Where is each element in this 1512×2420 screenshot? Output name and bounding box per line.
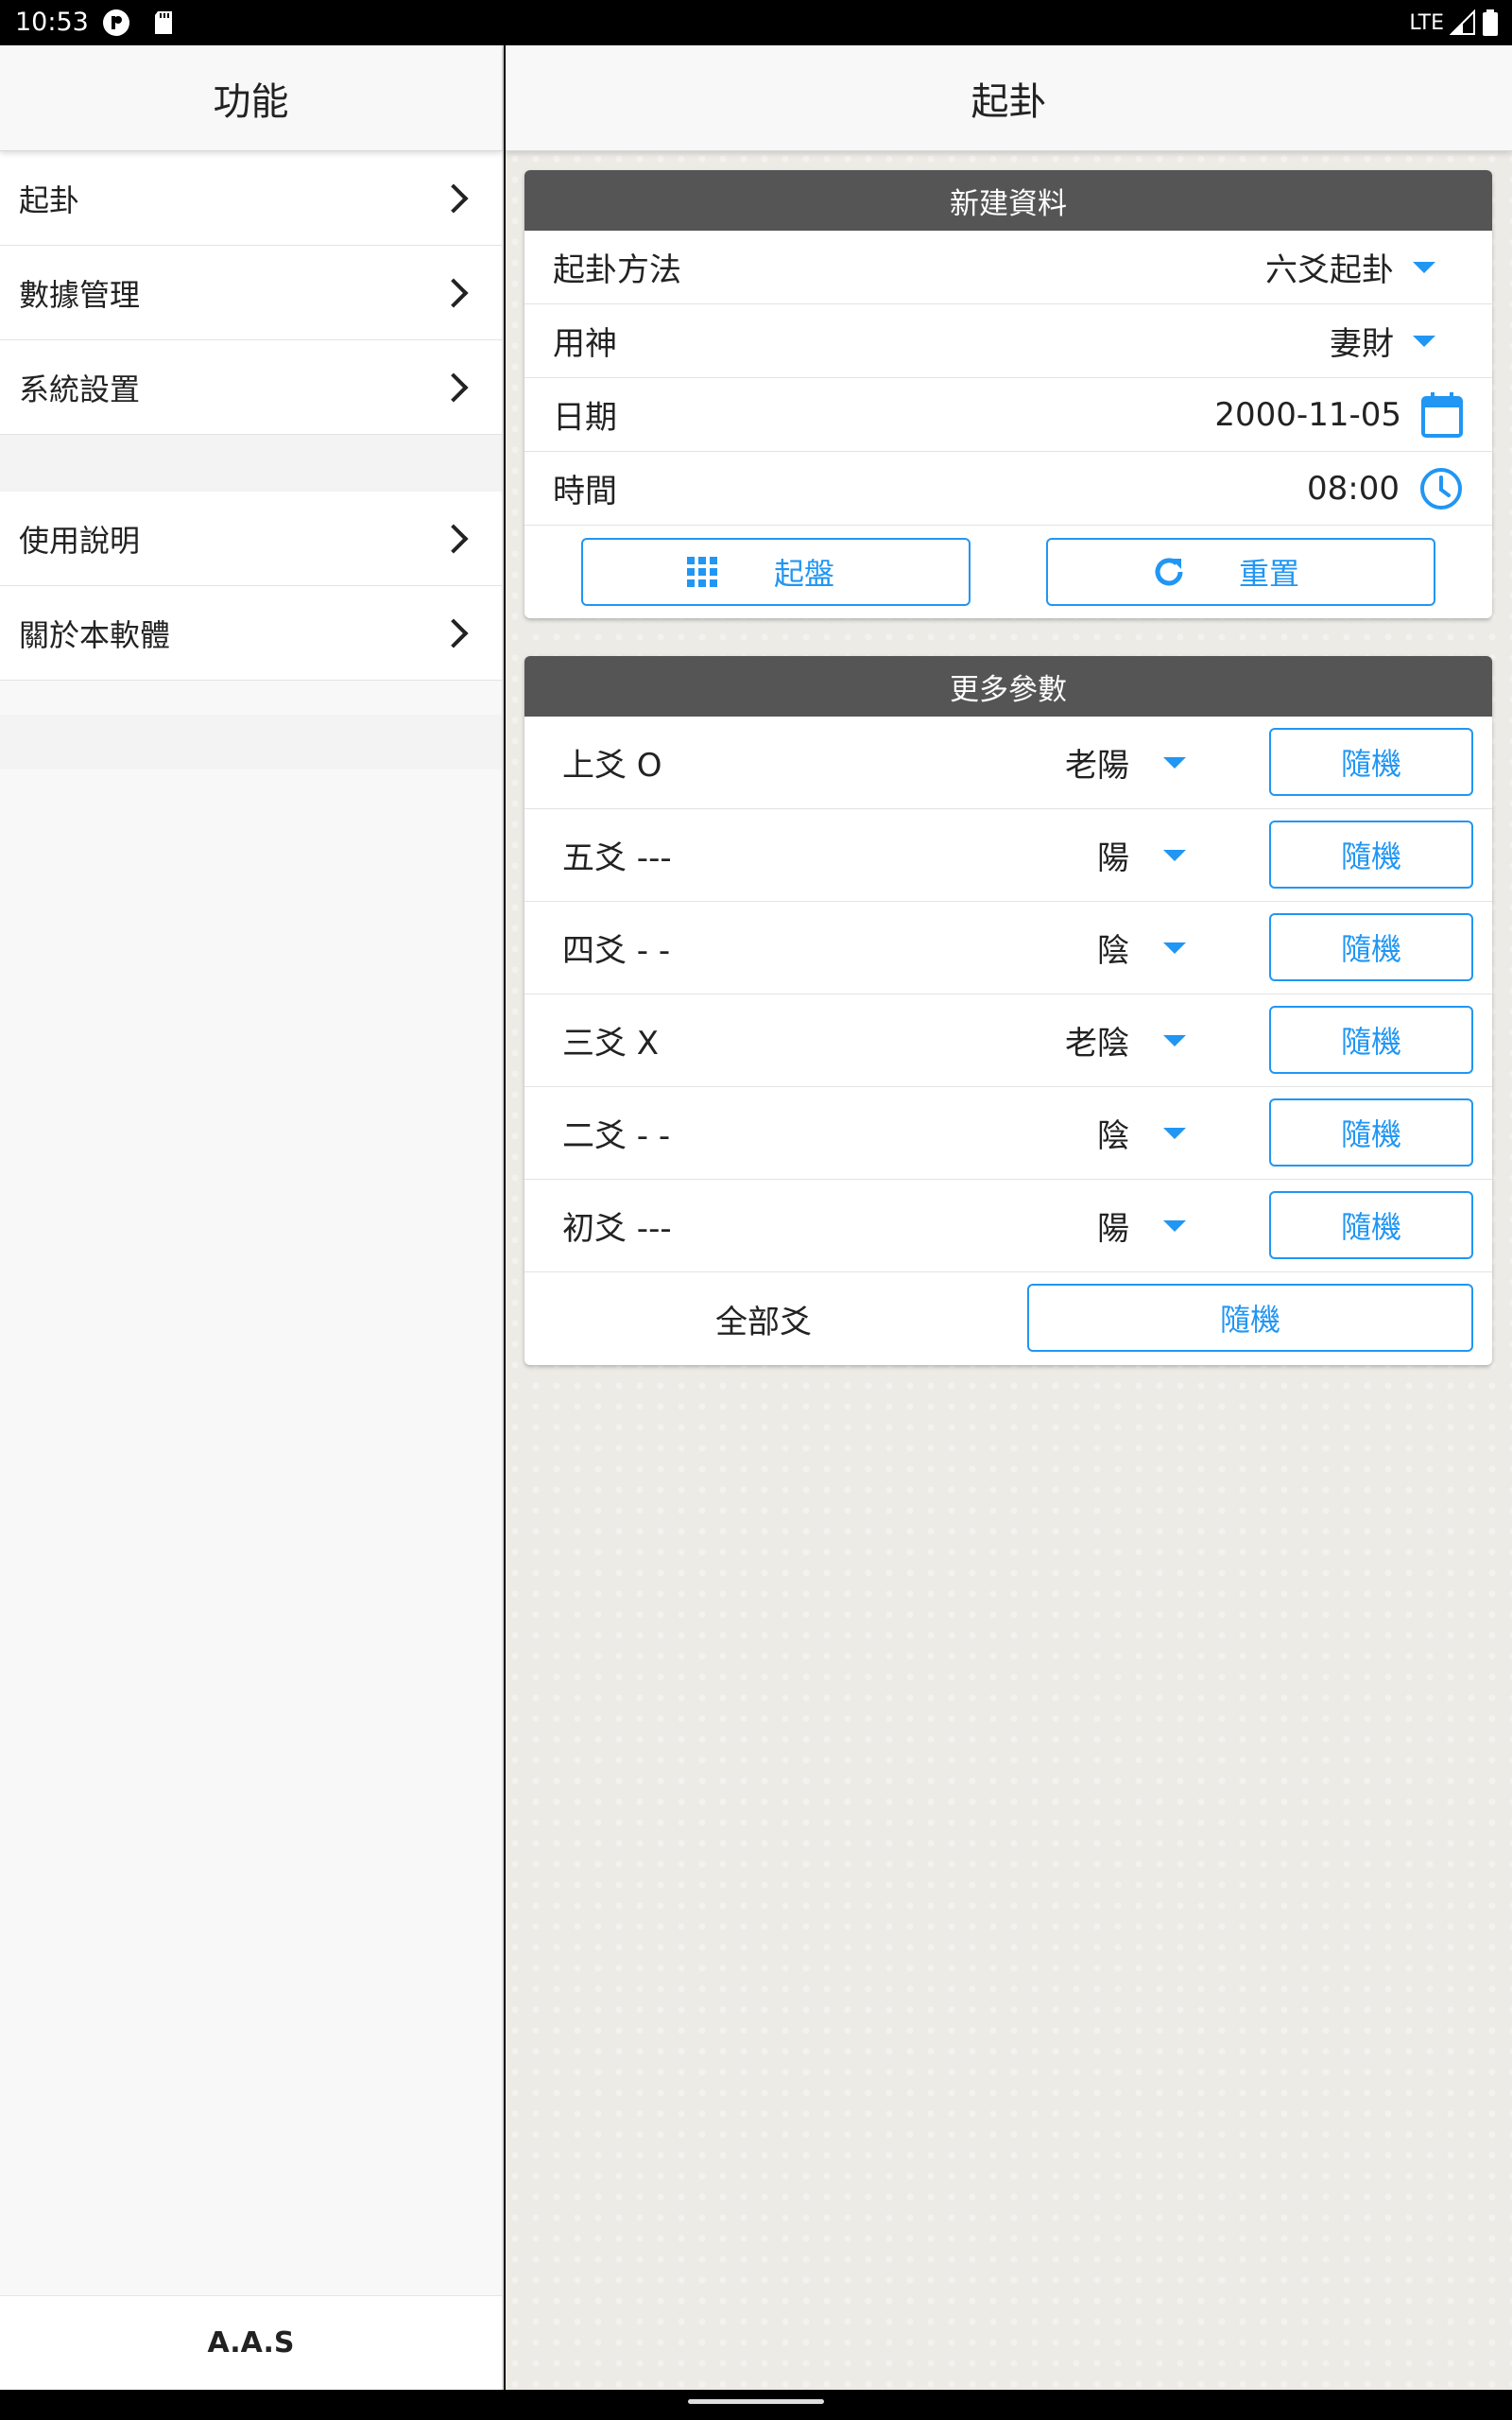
start-chart-label: 起盤: [773, 556, 834, 592]
yao-row-second: 二爻 - - 陰 隨機: [524, 1087, 1492, 1180]
sidebar-item-label: 關於本軟體: [19, 616, 171, 653]
yao-label: 上爻 O: [562, 747, 662, 785]
card-title: 新建資料: [524, 170, 1492, 231]
sidebar-item-settings[interactable]: 系統設置: [0, 340, 502, 435]
reset-label: 重置: [1238, 556, 1299, 592]
dropdown-arrow-icon[interactable]: [1413, 261, 1435, 273]
yao-value[interactable]: 陰: [1097, 1110, 1129, 1156]
dropdown-arrow-icon[interactable]: [1163, 1220, 1186, 1232]
reset-button[interactable]: 重置: [1046, 538, 1435, 606]
random-button[interactable]: 隨機: [1269, 821, 1473, 889]
time-label: 時間: [553, 473, 617, 510]
yongshen-row[interactable]: 用神 妻財: [524, 304, 1492, 378]
date-row[interactable]: 日期 2000-11-05: [524, 378, 1492, 452]
calendar-icon[interactable]: [1420, 391, 1464, 439]
yao-label: 二爻 - -: [562, 1117, 671, 1155]
sidebar-footer: A.A.S: [0, 2295, 502, 2390]
clock-icon[interactable]: [1418, 466, 1464, 511]
sidebar-divider: [0, 435, 502, 492]
sd-card-icon: [155, 11, 172, 34]
home-gesture-handle[interactable]: [688, 2399, 824, 2404]
sidebar-group-main: 起卦 數據管理 系統設置: [0, 151, 502, 435]
sidebar-divider: [0, 715, 502, 769]
dropdown-arrow-icon[interactable]: [1163, 1035, 1186, 1046]
yao-label: 五爻 ---: [562, 839, 672, 877]
random-button[interactable]: 隨機: [1269, 1006, 1473, 1074]
method-row[interactable]: 起卦方法 六爻起卦: [524, 231, 1492, 304]
date-label: 日期: [553, 399, 617, 437]
chevron-right-icon: [438, 277, 469, 308]
yao-row-fifth: 五爻 --- 陽 隨機: [524, 809, 1492, 902]
random-all-button[interactable]: 隨機: [1027, 1284, 1473, 1352]
yongshen-value: 妻財: [1330, 325, 1394, 363]
start-chart-button[interactable]: 起盤: [581, 538, 971, 606]
yongshen-label: 用神: [553, 325, 617, 363]
sidebar-title: 功能: [0, 45, 502, 151]
yao-row-fourth: 四爻 - - 陰 隨機: [524, 902, 1492, 994]
random-button[interactable]: 隨機: [1269, 1191, 1473, 1259]
grid-icon: [687, 557, 717, 587]
date-value: 2000-11-05: [1214, 395, 1401, 434]
status-bar: 10:53 LTE: [0, 0, 1512, 45]
chevron-right-icon: [438, 523, 469, 554]
p-circle-icon: [103, 9, 129, 36]
yao-value[interactable]: 老陰: [1065, 1017, 1129, 1063]
sidebar-item-label: 使用說明: [19, 522, 141, 559]
random-button[interactable]: 隨機: [1269, 728, 1473, 796]
status-time: 10:53: [15, 8, 89, 37]
random-button[interactable]: 隨機: [1269, 913, 1473, 981]
yao-value[interactable]: 老陽: [1065, 739, 1129, 786]
yao-value[interactable]: 陽: [1097, 832, 1129, 878]
sidebar-item-label: 系統設置: [19, 371, 141, 407]
sidebar-spacer: [0, 681, 502, 715]
time-row[interactable]: 時間 08:00: [524, 452, 1492, 526]
sidebar-item-about[interactable]: 關於本軟體: [0, 586, 502, 681]
sidebar-item-qigua[interactable]: 起卦: [0, 151, 502, 246]
battery-icon: [1483, 9, 1498, 36]
sidebar-item-help[interactable]: 使用說明: [0, 492, 502, 586]
sidebar: 功能 起卦 數據管理 系統設置 使用說明 關於本軟體 A.A.S: [0, 45, 504, 2390]
sidebar-item-label: 數據管理: [19, 276, 141, 313]
page-title: 起卦: [506, 45, 1512, 151]
network-type: LTE: [1409, 10, 1444, 35]
all-yao-label: 全部爻: [715, 1303, 812, 1341]
yao-label: 三爻 X: [562, 1025, 660, 1063]
yao-row-third: 三爻 X 老陰 隨機: [524, 994, 1492, 1087]
yao-row-top: 上爻 O 老陽 隨機: [524, 717, 1492, 809]
main-panel: 起卦 新建資料 起卦方法 六爻起卦 用神 妻財 日期 2000-11-05 時間: [506, 45, 1512, 2390]
more-params-card: 更多參數 上爻 O 老陽 隨機 五爻 --- 陽 隨機 四爻 - - 陰 隨機 …: [524, 656, 1492, 1365]
dropdown-arrow-icon[interactable]: [1163, 757, 1186, 769]
random-button[interactable]: 隨機: [1269, 1098, 1473, 1167]
method-label: 起卦方法: [553, 251, 681, 289]
signal-icon: [1450, 9, 1475, 35]
chevron-right-icon: [438, 372, 469, 403]
yao-label: 四爻 - -: [562, 932, 671, 970]
sidebar-group-info: 使用說明 關於本軟體: [0, 492, 502, 681]
yao-value[interactable]: 陰: [1097, 925, 1129, 971]
dropdown-arrow-icon[interactable]: [1163, 942, 1186, 954]
new-data-card: 新建資料 起卦方法 六爻起卦 用神 妻財 日期 2000-11-05 時間 08…: [524, 170, 1492, 618]
sidebar-item-label: 起卦: [19, 182, 80, 218]
dropdown-arrow-icon[interactable]: [1163, 1128, 1186, 1139]
navigation-bar: [0, 2390, 1512, 2420]
yao-label: 初爻 ---: [562, 1210, 672, 1248]
time-value: 08:00: [1307, 469, 1400, 508]
chevron-right-icon: [438, 617, 469, 648]
refresh-icon: [1155, 558, 1183, 586]
chevron-right-icon: [438, 182, 469, 214]
dropdown-arrow-icon[interactable]: [1163, 850, 1186, 861]
action-buttons: 起盤 重置: [524, 526, 1492, 618]
yao-row-first: 初爻 --- 陽 隨機: [524, 1180, 1492, 1272]
yao-value[interactable]: 陽: [1097, 1202, 1129, 1249]
all-yao-row: 全部爻 隨機: [524, 1272, 1492, 1365]
sidebar-item-data-management[interactable]: 數據管理: [0, 246, 502, 340]
card-title: 更多參數: [524, 656, 1492, 717]
dropdown-arrow-icon[interactable]: [1413, 335, 1435, 347]
method-value: 六爻起卦: [1265, 251, 1394, 289]
